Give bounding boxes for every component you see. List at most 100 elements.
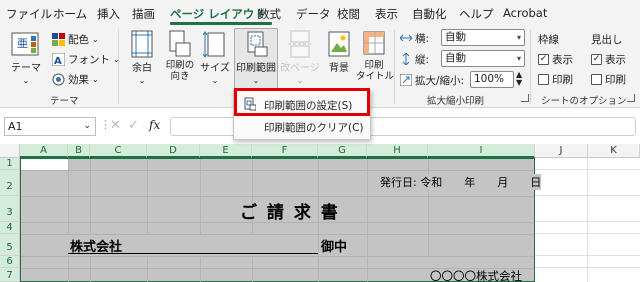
chevron-down-icon: ⌄	[22, 76, 30, 85]
orientation-icon	[169, 30, 191, 57]
row-header[interactable]: 3	[0, 196, 20, 222]
tab-home[interactable]: ホーム	[53, 6, 87, 22]
row-header[interactable]: 4	[0, 222, 20, 234]
gridline	[68, 256, 69, 282]
tab-page-layout[interactable]: ページ レイアウト	[170, 6, 266, 22]
tab-view[interactable]: 表示	[375, 6, 398, 22]
select-all-corner[interactable]	[0, 144, 20, 158]
margins-icon	[131, 30, 153, 58]
width-row: 横:	[400, 29, 429, 47]
column-header[interactable]: D	[147, 144, 200, 158]
group-separator	[530, 30, 531, 104]
scale-dialog-launcher-icon[interactable]	[521, 94, 529, 102]
gridline	[68, 222, 69, 234]
group-separator	[118, 30, 119, 104]
worksheet-grid[interactable]: A B C D E F G H I J K 1 2 3 4 5 6 7 発行日:…	[0, 144, 640, 282]
column-header[interactable]: H	[367, 144, 428, 158]
background-button[interactable]: 背景	[322, 28, 356, 90]
enter-check-icon[interactable]: ✓	[128, 118, 139, 133]
column-header[interactable]: F	[252, 144, 318, 158]
gridlines-view-checkbox[interactable]: ✓ 表示	[538, 50, 573, 68]
row-header[interactable]: 2	[0, 170, 20, 196]
clear-print-area-item[interactable]: 印刷範囲のクリア(C)	[234, 118, 370, 140]
gridline	[367, 159, 368, 222]
width-select[interactable]: 自動 ▾	[441, 29, 525, 46]
colors-label: 配色	[68, 33, 89, 46]
gridline	[535, 195, 640, 196]
height-select[interactable]: 自動 ▾	[441, 50, 525, 67]
margins-button[interactable]: 余白 ⌄	[124, 28, 160, 90]
themes-button[interactable]: 亜 テーマ ⌄	[6, 28, 46, 90]
gridline	[90, 159, 91, 222]
scale-group-label: 拡大縮小印刷	[427, 96, 485, 107]
gridline	[21, 196, 534, 197]
name-box[interactable]: A1 ⌄	[4, 117, 96, 136]
gridline	[428, 222, 429, 256]
fonts-button[interactable]: A フォント ⌄	[52, 50, 120, 68]
column-header[interactable]: E	[200, 144, 252, 158]
sheet-options-group-label: シートのオプション	[541, 96, 627, 107]
issue-date-cell: 発行日: 令和 年 月 日	[380, 174, 542, 190]
column-header[interactable]: K	[588, 144, 640, 158]
print-area-button[interactable]: 印刷範囲 ⌄	[234, 28, 278, 90]
gridline	[68, 159, 69, 222]
chevron-down-icon: ⌄	[138, 76, 146, 85]
column-header[interactable]: A	[20, 144, 68, 158]
gridline	[21, 234, 534, 235]
active-cell[interactable]	[21, 159, 68, 170]
effects-icon	[52, 73, 65, 85]
palette-icon	[52, 32, 65, 46]
cancel-icon[interactable]: ✕	[110, 118, 121, 133]
font-icon: A	[52, 52, 65, 66]
height-icon	[402, 53, 410, 65]
excel-window: ファイル ホーム 挿入 描画 ページ レイアウト 数式 データ 校閲 表示 自動…	[0, 0, 640, 282]
row-header[interactable]: 6	[0, 256, 20, 268]
insert-function-icon[interactable]: fx	[149, 118, 160, 132]
name-box-value: A1	[8, 120, 23, 133]
effects-button[interactable]: 効果 ⌄	[52, 70, 99, 88]
gridlines-print-label: 印刷	[552, 73, 573, 86]
gridline	[147, 222, 148, 234]
chevron-down-icon: ▾	[516, 33, 521, 42]
scale-spinner[interactable]: ▲ ▼	[516, 71, 522, 87]
row-header[interactable]: 5	[0, 234, 20, 256]
tab-acrobat[interactable]: Acrobat	[503, 6, 547, 20]
colors-button[interactable]: 配色 ⌄	[52, 30, 99, 48]
tab-formulas[interactable]: 数式	[258, 6, 281, 22]
clear-print-area-label: 印刷範囲のクリア(C)	[264, 122, 364, 134]
checkmark-icon: ✓	[591, 53, 602, 65]
onchu-cell: 御中	[321, 240, 348, 255]
orientation-button[interactable]: 印刷の 向き	[162, 28, 198, 90]
gridline	[428, 159, 429, 222]
gridline	[535, 233, 640, 234]
checkbox-empty-icon	[591, 73, 602, 85]
tab-draw[interactable]: 描画	[132, 6, 155, 22]
tab-review[interactable]: 校閲	[337, 6, 360, 22]
highlight-box	[234, 88, 370, 116]
column-header[interactable]: C	[90, 144, 147, 158]
tab-file[interactable]: ファイル	[6, 6, 52, 22]
height-row: 縦:	[400, 50, 429, 68]
print-titles-button[interactable]: 印刷 タイトル	[356, 28, 394, 90]
tab-automate[interactable]: 自動化	[412, 6, 447, 22]
gridline	[535, 169, 640, 170]
column-header[interactable]: J	[535, 144, 588, 158]
column-header[interactable]: I	[428, 144, 535, 158]
row-header[interactable]: 7	[0, 268, 20, 282]
issuer-company-cell: 〇〇〇〇株式会社	[430, 269, 522, 282]
headings-view-checkbox[interactable]: ✓ 表示	[591, 50, 626, 68]
gridlines-print-checkbox[interactable]: 印刷	[538, 70, 573, 88]
scale-input[interactable]: 100%	[470, 71, 514, 88]
row-header[interactable]: 1	[0, 158, 20, 170]
sheet-options-dialog-launcher-icon[interactable]	[627, 94, 635, 102]
scale-value: 100%	[474, 73, 505, 85]
headings-print-checkbox[interactable]: 印刷	[591, 70, 626, 88]
height-label: 縦:	[415, 53, 430, 66]
column-header[interactable]: B	[68, 144, 90, 158]
tab-help[interactable]: ヘルプ	[459, 6, 494, 22]
column-header[interactable]: G	[318, 144, 367, 158]
breaks-button[interactable]: 改ページ ⌄	[280, 28, 320, 90]
size-button[interactable]: サイズ ⌄	[199, 28, 231, 90]
tab-insert[interactable]: 挿入	[97, 6, 120, 22]
tab-data[interactable]: データ	[296, 6, 331, 22]
